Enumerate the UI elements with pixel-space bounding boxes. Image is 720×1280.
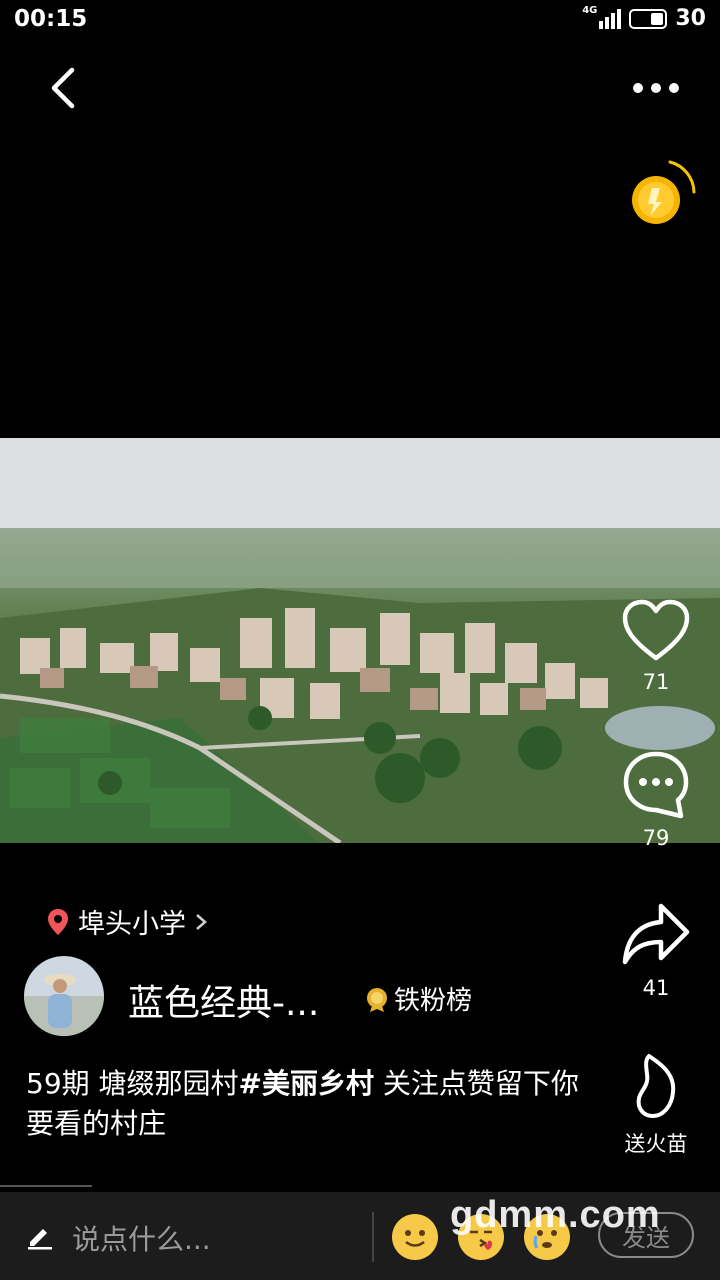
fan-rank-label: 铁粉榜 [394, 986, 473, 1016]
comment-input[interactable]: 说点什么... [72, 1218, 211, 1258]
location-pin-icon [48, 908, 68, 935]
medal-icon [367, 987, 387, 1012]
share-count: 41 [642, 976, 670, 1000]
back-button[interactable] [40, 64, 88, 112]
fire-label: 送火苗 [624, 1132, 688, 1156]
status-indicators: 4G 30 [582, 5, 706, 31]
fan-rank-badge[interactable]: 铁粉榜 [364, 980, 472, 1017]
author-name[interactable]: 蓝色经典-... [128, 974, 319, 1026]
flame-icon[interactable] [631, 1052, 681, 1122]
video-caption: 59期 塘缀那园村#美丽乡村 关注点赞留下你要看的村庄 [26, 1064, 586, 1144]
battery-icon [629, 8, 668, 29]
heart-icon[interactable] [621, 598, 691, 664]
battery-level: 30 [675, 6, 706, 31]
avatar-image [24, 956, 104, 1036]
like-action[interactable]: 71 [611, 598, 701, 694]
comment-icon[interactable] [621, 750, 691, 820]
send-fire-action[interactable]: 送火苗 [611, 1052, 701, 1158]
status-time: 00:15 [14, 6, 88, 32]
hashtag-link[interactable]: #美丽乡村 [239, 1067, 374, 1100]
comment-count: 79 [642, 826, 670, 850]
input-separator [372, 1212, 374, 1262]
watermark-text: gdmm.com [450, 1194, 661, 1236]
progress-divider [0, 1185, 92, 1187]
comment-action[interactable]: 79 [611, 750, 701, 850]
coin-reward-icon[interactable] [626, 158, 698, 230]
network-type: 4G [582, 5, 598, 16]
caption-text: 59期 塘缀那园村 [26, 1067, 239, 1100]
share-action[interactable]: 41 [611, 900, 701, 1000]
location-tag[interactable]: 埠头小学 [46, 902, 208, 941]
author-avatar[interactable] [24, 956, 104, 1036]
pen-icon [28, 1229, 52, 1250]
smile-emoji-icon[interactable] [392, 1214, 438, 1260]
signal-icon [599, 8, 622, 29]
like-count: 71 [642, 670, 670, 694]
more-options-button[interactable] [624, 70, 688, 106]
chevron-right-icon [196, 913, 207, 930]
location-name: 埠头小学 [78, 909, 186, 940]
share-icon[interactable] [621, 900, 691, 970]
